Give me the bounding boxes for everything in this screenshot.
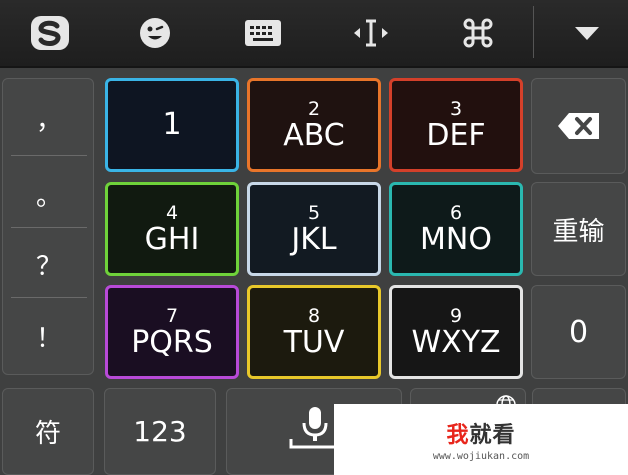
emoji-button[interactable] (130, 0, 180, 66)
sogou-logo-button[interactable] (22, 0, 78, 66)
key-digit: 9 (449, 305, 463, 327)
key-digit: 6 (449, 202, 463, 224)
backspace-icon (557, 113, 599, 139)
key-digit: 8 (307, 305, 321, 327)
delete-key[interactable] (531, 78, 626, 174)
punct-exclaim-key[interactable]: ！ (3, 299, 95, 373)
key-digit: 7 (165, 305, 179, 327)
reenter-key[interactable]: 重输 (531, 182, 626, 276)
key-1[interactable]: 1 (105, 78, 239, 172)
emoji-icon (140, 18, 170, 48)
zero-key[interactable]: 0 (531, 285, 626, 379)
key-digit: 3 (449, 98, 463, 120)
key-9-wxyz[interactable]: 9 WXYZ (389, 285, 523, 379)
collapse-arrow-icon (575, 27, 599, 40)
key-letters: WXYZ (411, 325, 501, 360)
key-digit: 5 (307, 202, 321, 224)
watermark-brand-b: 就看 (469, 423, 516, 448)
collapse-keyboard-button[interactable] (562, 0, 612, 66)
key-letters: JKL (291, 222, 337, 257)
key-letters: GHI (144, 222, 200, 257)
key-label: 1 (162, 107, 182, 142)
key-letters: ABC (283, 118, 345, 153)
key-letters: MNO (420, 222, 492, 257)
sogou-logo-icon (31, 16, 69, 50)
command-icon (463, 18, 493, 48)
cursor-move-icon (354, 19, 388, 47)
key-letters: DEF (426, 118, 486, 153)
cursor-move-button[interactable] (346, 0, 396, 66)
key-letters: PQRS (131, 325, 213, 360)
command-button[interactable] (453, 0, 503, 66)
numbers-label: 123 (133, 415, 187, 448)
symbols-label: 符 (34, 419, 61, 449)
keyboard-switch-button[interactable] (238, 0, 288, 66)
watermark-brand-a: 我 (446, 423, 470, 448)
key-5-jkl[interactable]: 5 JKL (247, 182, 381, 276)
punct-comma-key[interactable]: ， (3, 81, 95, 155)
watermark-overlay: 我就看 www.wojiukan.com (334, 404, 628, 475)
watermark-url: www.wojiukan.com (432, 451, 530, 462)
toolbar (0, 0, 628, 68)
key-digit: 4 (165, 202, 179, 224)
reenter-label: 重输 (552, 216, 605, 247)
symbols-key[interactable]: 符 (2, 388, 94, 475)
key-3-def[interactable]: 3 DEF (389, 78, 523, 172)
divider (11, 297, 87, 298)
key-7-pqrs[interactable]: 7 PQRS (105, 285, 239, 379)
keyboard-icon (245, 20, 281, 46)
key-digit: 2 (307, 98, 321, 120)
key-8-tuv[interactable]: 8 TUV (247, 285, 381, 379)
numbers-key[interactable]: 123 (104, 388, 216, 475)
divider (11, 155, 87, 156)
punct-period-key[interactable]: 。 (3, 157, 95, 231)
key-letters: TUV (283, 325, 345, 360)
zero-label: 0 (568, 314, 589, 350)
punct-question-key[interactable]: ？ (3, 227, 95, 301)
punctuation-column: ， 。 ？ ！ (2, 78, 94, 375)
key-4-ghi[interactable]: 4 GHI (105, 182, 239, 276)
watermark-brand: 我就看 (446, 417, 515, 449)
toolbar-divider (533, 6, 534, 58)
key-6-mno[interactable]: 6 MNO (389, 182, 523, 276)
key-2-abc[interactable]: 2 ABC (247, 78, 381, 172)
